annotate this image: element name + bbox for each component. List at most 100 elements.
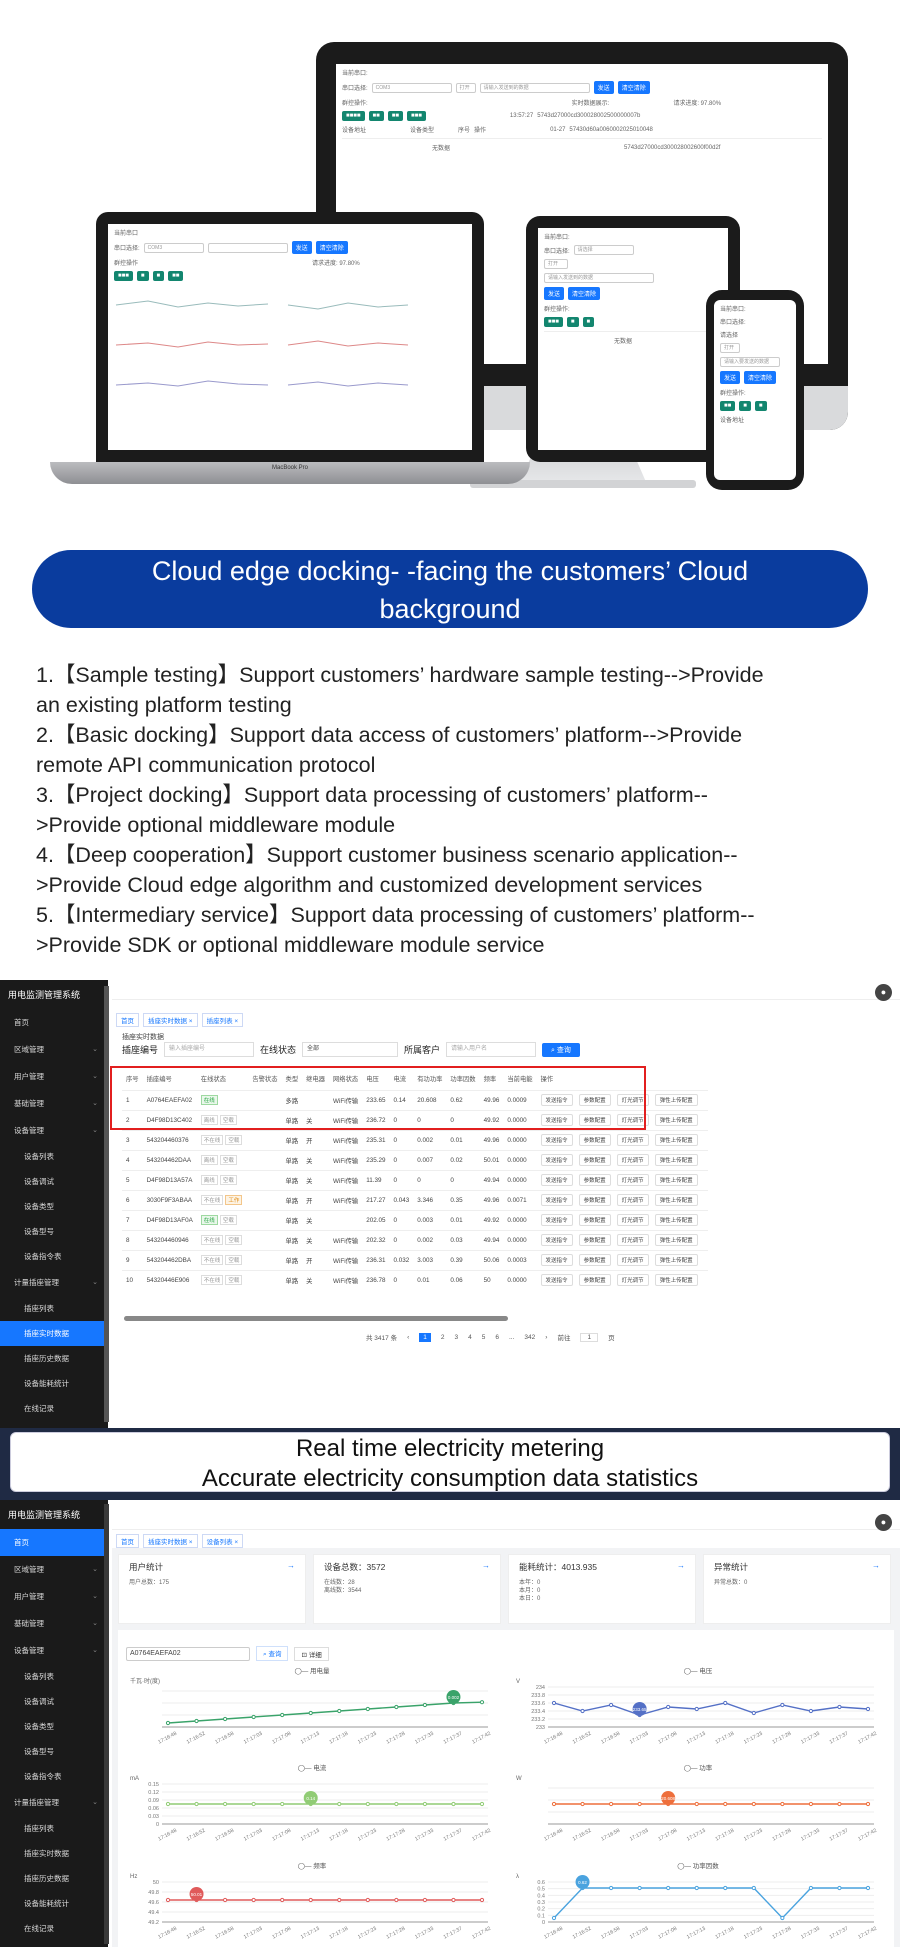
- tablet-send-input[interactable]: 请输入发送到的数据: [544, 273, 654, 283]
- data-point[interactable]: [837, 1704, 842, 1710]
- data-point[interactable]: [251, 1801, 256, 1807]
- data-point[interactable]: [808, 1885, 814, 1891]
- phone-send-input[interactable]: 请输入要发送的数据: [720, 357, 780, 367]
- sidebar-item[interactable]: 设备指令表: [0, 1764, 108, 1789]
- row-action-button[interactable]: 弹性上传配置: [654, 1214, 698, 1226]
- row-action-button[interactable]: 弹性上传配置: [654, 1094, 698, 1106]
- row-action-button[interactable]: 参数配置: [578, 1234, 611, 1246]
- data-point[interactable]: [780, 1801, 785, 1807]
- chevron-right-icon[interactable]: ›: [545, 1334, 547, 1341]
- sidebar-item[interactable]: 首页: [0, 1009, 108, 1036]
- data-point[interactable]: [608, 1801, 614, 1807]
- data-point[interactable]: [580, 1801, 585, 1807]
- sidebar-item[interactable]: 区域管理 ⌄: [0, 1036, 108, 1063]
- row-action-button[interactable]: 弹性上传配置: [654, 1134, 698, 1146]
- pager-page[interactable]: 342: [524, 1334, 535, 1341]
- table-row[interactable]: 5 D4F98D13A57A 离线 空载 单路关 WiFi传输 11.39 0 0 0 49.94 0…: [122, 1169, 708, 1190]
- sidebar-item[interactable]: 设备管理 ⌄: [0, 1117, 108, 1144]
- open-button[interactable]: 打开: [455, 82, 476, 93]
- row-action-button[interactable]: 发送指令: [540, 1214, 573, 1226]
- tablet-op-3[interactable]: ■: [582, 317, 595, 327]
- phone-op-1[interactable]: ■■: [720, 401, 736, 411]
- sidebar-item[interactable]: 计量插座管理 ⌄: [0, 1789, 108, 1816]
- row-action-button[interactable]: 灯光调节: [616, 1234, 649, 1246]
- data-point[interactable]: [165, 1897, 171, 1903]
- sidebar-item[interactable]: 设备类型: [0, 1714, 108, 1739]
- data-point[interactable]: [865, 1706, 871, 1712]
- data-point[interactable]: [280, 1712, 285, 1718]
- crumb-home[interactable]: 首页: [116, 1013, 139, 1027]
- table-row[interactable]: 4 543204462DAA 离线 空载 单路关 WiFi传输 235.29 0 0.007 0.…: [122, 1149, 708, 1170]
- phone-op-3[interactable]: ■: [754, 401, 767, 411]
- laptop-port-select[interactable]: COM3: [143, 242, 204, 253]
- batch-op-3[interactable]: ■■: [387, 111, 403, 121]
- row-action-button[interactable]: 发送指令: [540, 1194, 573, 1206]
- row-action-button[interactable]: 参数配置: [578, 1274, 611, 1287]
- table-row[interactable]: 3 543204460376 不在线 空载 单路开 WiFi传输 235.31 0 0.002 0…: [122, 1129, 708, 1150]
- row-action-button[interactable]: 发送指令: [540, 1274, 573, 1287]
- status-select[interactable]: 全部: [302, 1042, 399, 1057]
- laptop-op-2[interactable]: ■: [136, 271, 149, 281]
- sidebar-item[interactable]: 插座列表: [0, 1816, 108, 1841]
- data-point[interactable]: [222, 1716, 228, 1722]
- batch-op-4[interactable]: ■■■: [407, 111, 426, 121]
- sidebar-item[interactable]: 设备型号: [0, 1219, 108, 1244]
- chart-legend[interactable]: ◯— 用电量: [294, 1666, 330, 1675]
- chart-legend[interactable]: ◯— 功率因数: [677, 1861, 719, 1870]
- data-point[interactable]: [308, 1897, 313, 1903]
- sidebar-item[interactable]: 设备列表: [0, 1664, 108, 1689]
- table-row[interactable]: 8 543204460946 不在线 空载 单路关 WiFi传输 202.32 0 0.002 0…: [122, 1229, 708, 1250]
- phone-op-2[interactable]: ■: [739, 401, 751, 411]
- row-action-button[interactable]: 发送指令: [540, 1174, 573, 1186]
- pager-goto-input[interactable]: 1: [580, 1332, 599, 1342]
- send-input[interactable]: 请输入发送到的数据: [479, 82, 590, 93]
- sidebar-item[interactable]: 设备能耗统计: [0, 1891, 108, 1916]
- data-point[interactable]: [751, 1885, 756, 1891]
- sidebar-item[interactable]: 设备指令表: [0, 1244, 108, 1269]
- send-button[interactable]: 发送: [593, 81, 614, 94]
- table-row[interactable]: 7 D4F98D13AF0A 在线 空载 单路关 202.05 0 0.003 0.01 49.9…: [122, 1209, 708, 1230]
- chart-detail-button[interactable]: ⊡ 详细: [294, 1646, 329, 1661]
- arrow-right-icon[interactable]: →: [287, 1561, 295, 1570]
- row-action-button[interactable]: 参数配置: [578, 1214, 611, 1226]
- code-input[interactable]: 输入插座编号: [164, 1042, 255, 1057]
- sidebar-scrollbar[interactable]: [104, 1504, 109, 1944]
- row-action-button[interactable]: 灯光调节: [616, 1254, 649, 1266]
- row-action-button[interactable]: 弹性上传配置: [654, 1154, 698, 1166]
- batch-op-1[interactable]: ■■■■: [342, 111, 365, 121]
- data-point[interactable]: [422, 1801, 428, 1807]
- sidebar-item[interactable]: 用户管理 ⌄: [0, 1583, 108, 1610]
- data-point[interactable]: [780, 1915, 785, 1921]
- data-point[interactable]: [551, 1801, 557, 1807]
- data-point[interactable]: [780, 1702, 785, 1708]
- crumb-realtime[interactable]: 插座实时数据 ×: [143, 1013, 198, 1027]
- data-point[interactable]: [808, 1801, 814, 1807]
- data-point[interactable]: [723, 1801, 728, 1807]
- data-point[interactable]: [580, 1708, 585, 1714]
- data-point[interactable]: [637, 1801, 642, 1807]
- tablet-send-button[interactable]: 发送: [544, 287, 565, 300]
- data-point[interactable]: [194, 1718, 199, 1724]
- row-action-button[interactable]: 发送指令: [540, 1254, 573, 1266]
- data-point[interactable]: [337, 1801, 342, 1807]
- data-point[interactable]: [222, 1801, 228, 1807]
- row-action-button[interactable]: 灯光调节: [616, 1274, 649, 1287]
- sidebar-scrollbar[interactable]: [104, 986, 109, 1422]
- data-point[interactable]: [479, 1897, 485, 1903]
- chart-legend[interactable]: ◯— 频率: [298, 1861, 327, 1870]
- chart-legend[interactable]: ◯— 电流: [298, 1763, 327, 1772]
- row-action-button[interactable]: 弹性上传配置: [654, 1254, 698, 1266]
- table-row[interactable]: 9 543204462DBA 不在线 空载 单路开 WiFi传输 236.31 0.032 3.…: [122, 1249, 708, 1270]
- laptop-op-1[interactable]: ■■■: [114, 271, 133, 281]
- row-action-button[interactable]: 发送指令: [540, 1234, 573, 1246]
- stat-card[interactable]: 设备总数：3572 → 在线数：28 离线数：3544: [313, 1554, 501, 1624]
- sidebar-item[interactable]: 设备调试: [0, 1689, 108, 1714]
- row-action-button[interactable]: 灯光调节: [616, 1154, 649, 1166]
- data-point[interactable]: [308, 1710, 313, 1716]
- sidebar-item[interactable]: 设备能耗统计: [0, 1371, 108, 1396]
- row-action-button[interactable]: 灯光调节: [616, 1174, 649, 1186]
- data-point[interactable]: [751, 1801, 756, 1807]
- sidebar-item[interactable]: 在线记录: [0, 1396, 108, 1421]
- data-point[interactable]: [365, 1706, 370, 1712]
- sidebar-item[interactable]: 基础管理 ⌄: [0, 1090, 108, 1117]
